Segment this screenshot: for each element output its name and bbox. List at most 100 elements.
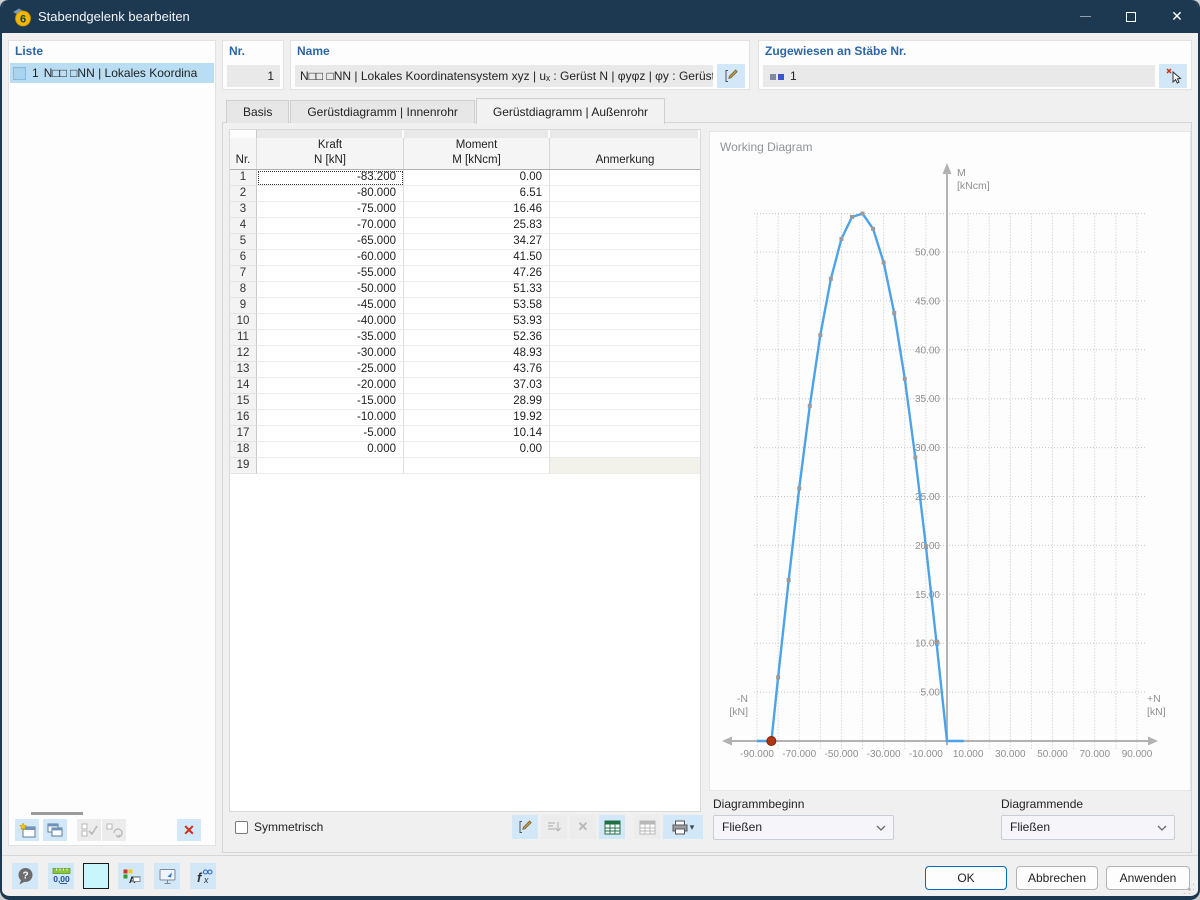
row-number-cell[interactable]: 18 bbox=[230, 442, 257, 458]
row-number-cell[interactable]: 2 bbox=[230, 186, 257, 202]
anmerkung-cell[interactable] bbox=[550, 170, 700, 186]
row-number-cell[interactable]: 1 bbox=[230, 170, 257, 186]
kraft-cell[interactable]: 0.000 bbox=[257, 442, 404, 458]
row-number-cell[interactable]: 5 bbox=[230, 234, 257, 250]
table-row[interactable]: 17-5.00010.14 bbox=[230, 426, 700, 442]
kraft-cell[interactable]: -55.000 bbox=[257, 266, 404, 282]
table-row[interactable]: 1-83.2000.00 bbox=[230, 170, 700, 186]
anmerkung-cell[interactable] bbox=[550, 186, 700, 202]
moment-cell[interactable]: 48.93 bbox=[404, 346, 550, 362]
moment-cell[interactable]: 28.99 bbox=[404, 394, 550, 410]
anmerkung-cell[interactable] bbox=[550, 314, 700, 330]
kraft-cell[interactable]: -50.000 bbox=[257, 282, 404, 298]
ok-button[interactable]: OK bbox=[925, 866, 1007, 890]
kraft-cell[interactable]: -25.000 bbox=[257, 362, 404, 378]
anmerkung-cell[interactable] bbox=[550, 346, 700, 362]
help-button[interactable]: ? bbox=[12, 863, 38, 889]
moment-cell[interactable]: 19.92 bbox=[404, 410, 550, 426]
table-row[interactable]: 7-55.00047.26 bbox=[230, 266, 700, 282]
tab-ger-stdiagramm-innenrohr[interactable]: Gerüstdiagramm | Innenrohr bbox=[290, 100, 475, 123]
row-number-cell[interactable]: 15 bbox=[230, 394, 257, 410]
edit-name-button[interactable] bbox=[717, 64, 745, 88]
nr-field[interactable]: 1 bbox=[227, 65, 280, 87]
table-row[interactable]: 4-70.00025.83 bbox=[230, 218, 700, 234]
units-settings-button[interactable]: 0,00 bbox=[48, 863, 74, 889]
table-row[interactable]: 15-15.00028.99 bbox=[230, 394, 700, 410]
table-row[interactable]: 10-40.00053.93 bbox=[230, 314, 700, 330]
excel-import-button[interactable] bbox=[599, 815, 625, 839]
moment-cell[interactable]: 0.00 bbox=[404, 442, 550, 458]
kraft-cell[interactable]: -40.000 bbox=[257, 314, 404, 330]
moment-cell[interactable]: 47.26 bbox=[404, 266, 550, 282]
row-number-cell[interactable]: 17 bbox=[230, 426, 257, 442]
print-dropdown-caret[interactable]: ▾ bbox=[690, 822, 695, 833]
kraft-cell[interactable]: -70.000 bbox=[257, 218, 404, 234]
list-item-selected[interactable]: 1 N□□ □NN | Lokales Koordina bbox=[10, 63, 214, 83]
copy-item-button[interactable] bbox=[43, 819, 67, 841]
table-row[interactable]: 5-65.00034.27 bbox=[230, 234, 700, 250]
moment-cell[interactable]: 37.03 bbox=[404, 378, 550, 394]
moment-cell[interactable]: 25.83 bbox=[404, 218, 550, 234]
new-item-button[interactable] bbox=[15, 819, 39, 841]
name-field[interactable]: N□□ □NN | Lokales Koordinatensystem xyz … bbox=[295, 65, 713, 87]
row-number-cell[interactable]: 3 bbox=[230, 202, 257, 218]
table-row[interactable]: 2-80.0006.51 bbox=[230, 186, 700, 202]
delete-item-button[interactable]: ✕ bbox=[177, 819, 201, 841]
table-row[interactable]: 19 bbox=[230, 458, 700, 474]
kraft-cell[interactable]: -35.000 bbox=[257, 330, 404, 346]
formula-button[interactable]: f x bbox=[190, 863, 216, 889]
minimize-button[interactable] bbox=[1062, 0, 1108, 33]
cancel-button[interactable]: Abbrechen bbox=[1016, 866, 1098, 890]
kraft-cell[interactable] bbox=[257, 458, 404, 474]
kraft-cell[interactable]: -45.000 bbox=[257, 298, 404, 314]
pick-members-button[interactable] bbox=[1159, 64, 1187, 88]
anmerkung-cell[interactable] bbox=[550, 410, 700, 426]
table-row[interactable]: 16-10.00019.92 bbox=[230, 410, 700, 426]
anmerkung-cell[interactable] bbox=[550, 234, 700, 250]
kraft-cell[interactable]: -60.000 bbox=[257, 250, 404, 266]
row-number-cell[interactable]: 12 bbox=[230, 346, 257, 362]
kraft-cell[interactable]: -5.000 bbox=[257, 426, 404, 442]
row-number-cell[interactable]: 14 bbox=[230, 378, 257, 394]
moment-cell[interactable]: 16.46 bbox=[404, 202, 550, 218]
table-row[interactable]: 6-60.00041.50 bbox=[230, 250, 700, 266]
row-number-cell[interactable]: 16 bbox=[230, 410, 257, 426]
symmetrisch-checkbox[interactable] bbox=[235, 821, 248, 834]
print-button[interactable]: ▾ bbox=[663, 815, 703, 839]
anmerkung-cell[interactable] bbox=[550, 458, 700, 474]
anmerkung-cell[interactable] bbox=[550, 218, 700, 234]
moment-cell[interactable]: 52.36 bbox=[404, 330, 550, 346]
moment-cell[interactable]: 41.50 bbox=[404, 250, 550, 266]
moment-cell[interactable]: 0.00 bbox=[404, 170, 550, 186]
kraft-cell[interactable]: -15.000 bbox=[257, 394, 404, 410]
table-row[interactable]: 9-45.00053.58 bbox=[230, 298, 700, 314]
anmerkung-cell[interactable] bbox=[550, 250, 700, 266]
moment-cell[interactable]: 53.93 bbox=[404, 314, 550, 330]
color-display-button[interactable] bbox=[83, 863, 109, 889]
table-row[interactable]: 180.0000.00 bbox=[230, 442, 700, 458]
anmerkung-cell[interactable] bbox=[550, 266, 700, 282]
row-number-cell[interactable]: 6 bbox=[230, 250, 257, 266]
maximize-button[interactable] bbox=[1108, 0, 1154, 33]
anmerkung-cell[interactable] bbox=[550, 394, 700, 410]
moment-cell[interactable]: 10.14 bbox=[404, 426, 550, 442]
anmerkung-cell[interactable] bbox=[550, 202, 700, 218]
anmerkung-cell[interactable] bbox=[550, 282, 700, 298]
anmerkung-cell[interactable] bbox=[550, 378, 700, 394]
moment-cell[interactable]: 34.27 bbox=[404, 234, 550, 250]
table-row[interactable]: 8-50.00051.33 bbox=[230, 282, 700, 298]
row-number-cell[interactable]: 9 bbox=[230, 298, 257, 314]
anmerkung-cell[interactable] bbox=[550, 442, 700, 458]
apply-button[interactable]: Anwenden bbox=[1106, 866, 1190, 890]
table-row[interactable]: 3-75.00016.46 bbox=[230, 202, 700, 218]
tab-ger-stdiagramm-au-enrohr[interactable]: Gerüstdiagramm | Außenrohr bbox=[476, 98, 665, 124]
kraft-cell[interactable]: -65.000 bbox=[257, 234, 404, 250]
moment-cell[interactable]: 53.58 bbox=[404, 298, 550, 314]
edit-table-button[interactable] bbox=[512, 815, 538, 839]
kraft-cell[interactable]: -20.000 bbox=[257, 378, 404, 394]
table-row[interactable]: 12-30.00048.93 bbox=[230, 346, 700, 362]
moment-cell[interactable]: 51.33 bbox=[404, 282, 550, 298]
diagrammbeginn-select[interactable]: Fließen bbox=[713, 815, 894, 840]
table-row[interactable]: 13-25.00043.76 bbox=[230, 362, 700, 378]
kraft-cell[interactable]: -75.000 bbox=[257, 202, 404, 218]
